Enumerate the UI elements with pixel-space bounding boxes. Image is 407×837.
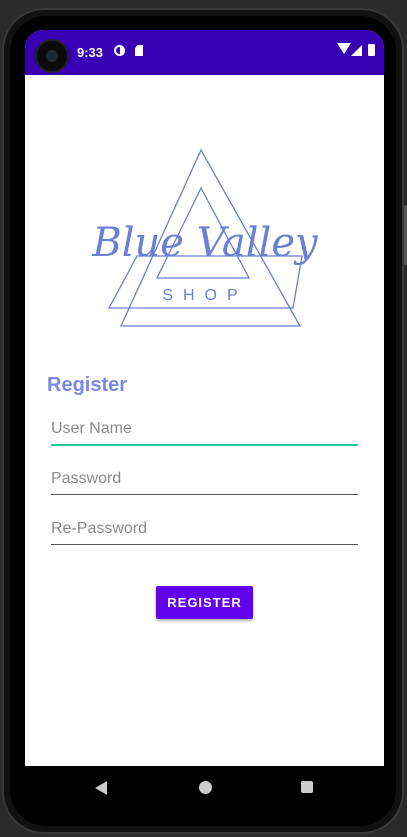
username-field[interactable] bbox=[51, 414, 358, 446]
back-icon[interactable] bbox=[95, 781, 107, 795]
sd-card-icon bbox=[135, 45, 143, 56]
navigation-bar bbox=[25, 766, 384, 809]
signal-icon bbox=[351, 45, 362, 56]
status-bar: 9:33 bbox=[25, 30, 384, 75]
dnd-icon bbox=[114, 45, 125, 56]
status-time: 9:33 bbox=[77, 45, 104, 60]
app-screen: 9:33 Blue Valley SHOP Register REGISTER bbox=[25, 30, 384, 766]
password-field[interactable] bbox=[51, 464, 358, 495]
logo-sub-text: SHOP bbox=[162, 287, 247, 304]
recents-icon[interactable] bbox=[301, 781, 313, 793]
blue-valley-logo: Blue Valley SHOP bbox=[91, 148, 319, 327]
register-title: Register bbox=[47, 374, 128, 396]
camera-cutout-icon bbox=[37, 41, 67, 71]
wifi-icon bbox=[337, 43, 351, 54]
repassword-field[interactable] bbox=[51, 514, 358, 545]
home-icon[interactable] bbox=[199, 781, 212, 794]
logo-script-text: Blue Valley bbox=[91, 220, 319, 266]
battery-icon bbox=[368, 44, 375, 56]
register-button[interactable]: REGISTER bbox=[156, 586, 253, 619]
